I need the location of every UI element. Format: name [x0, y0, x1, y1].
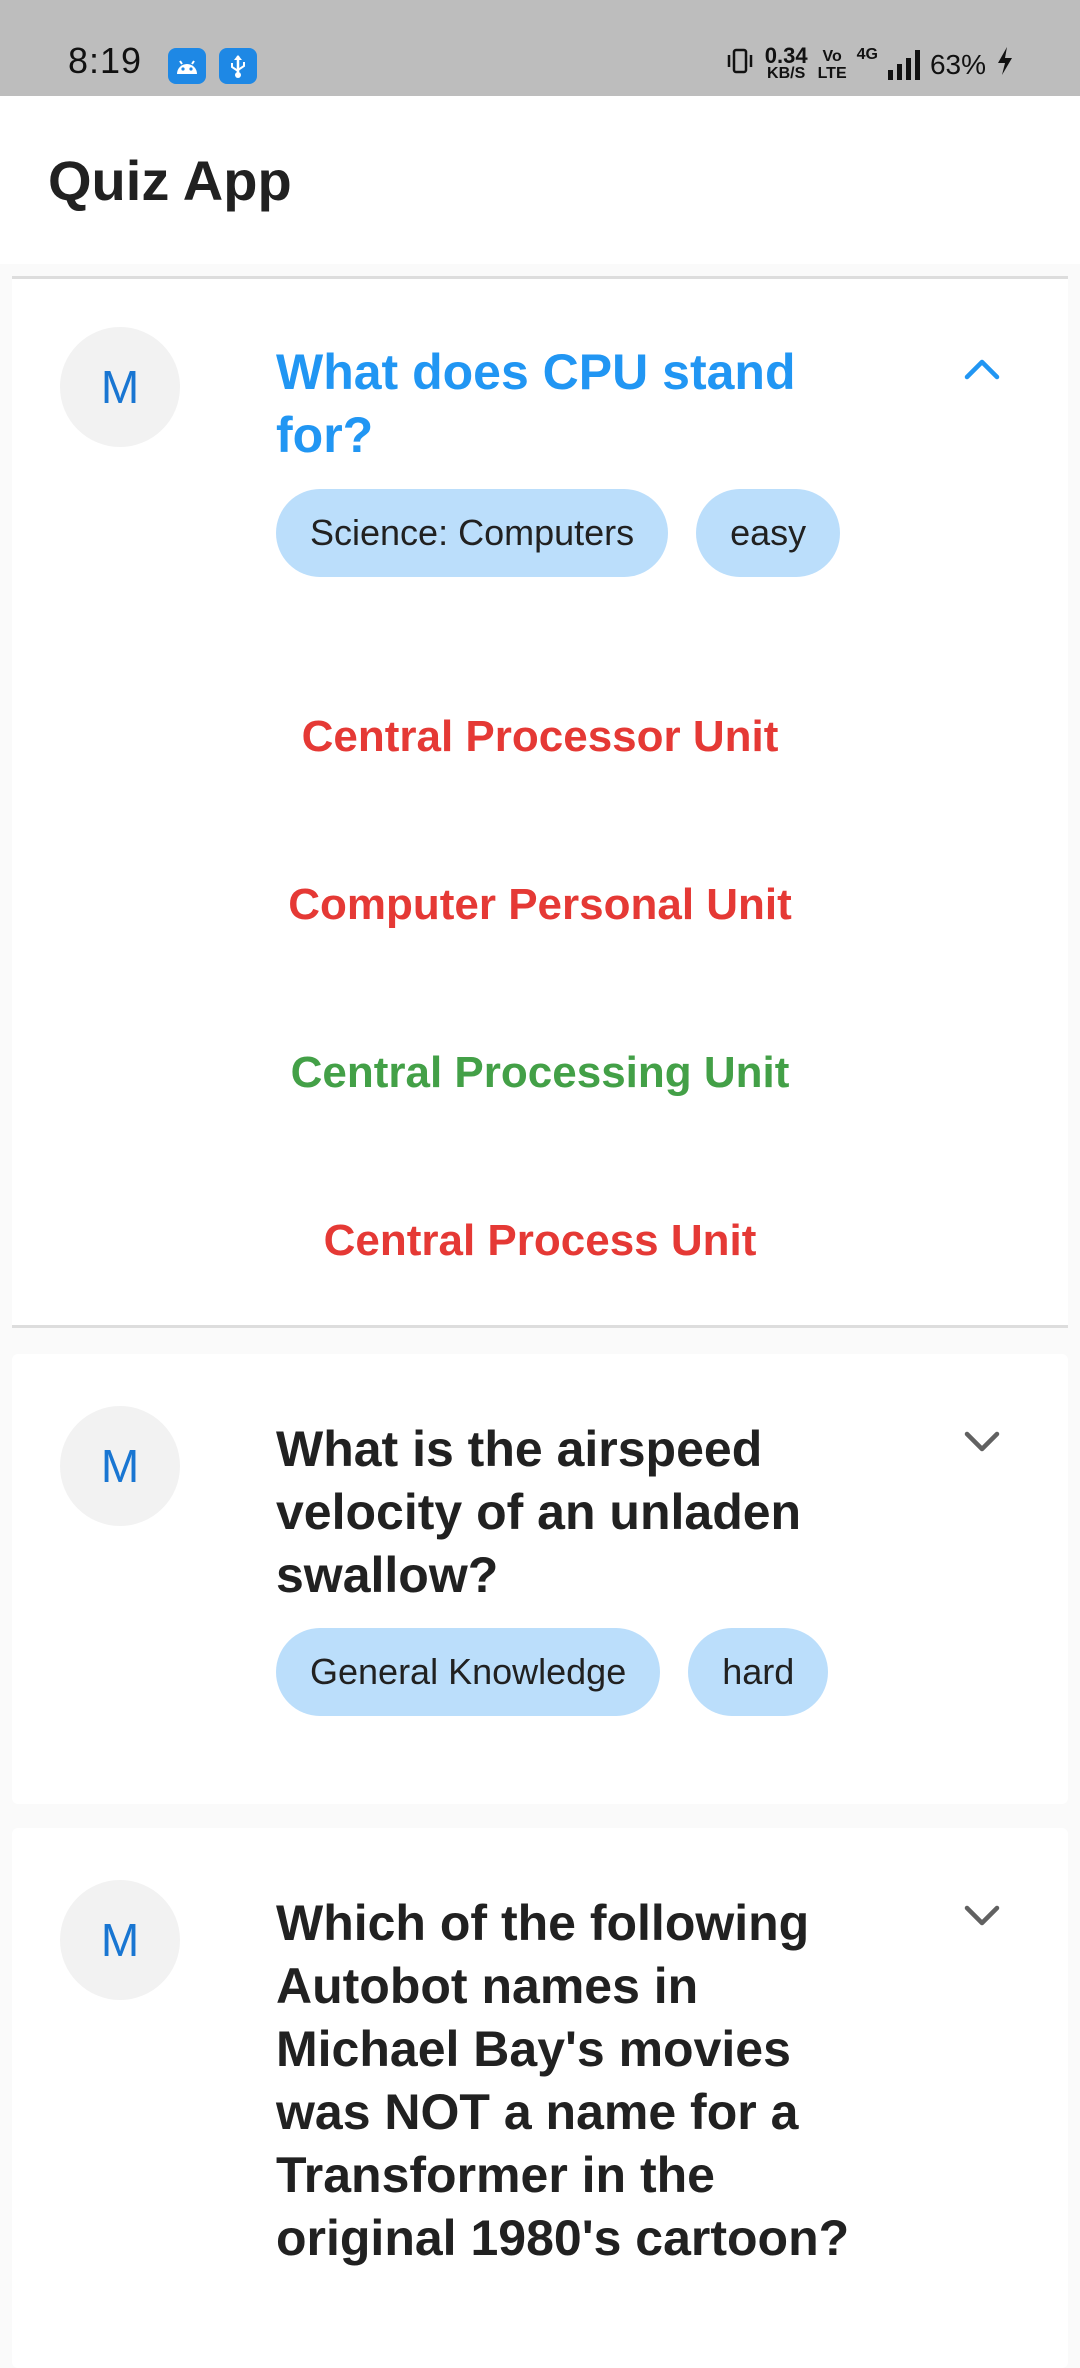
network-speed: 0.34 KB/S: [764, 42, 808, 83]
android-icon: [168, 48, 206, 84]
tag-row: General Knowledge hard: [276, 1628, 829, 1716]
answer-option[interactable]: Central Processor Unit: [12, 712, 1068, 762]
category-chip: Science: Computers: [276, 489, 669, 577]
status-bar: 8:19 0.34 KB/S Vo LTE 4G 63%: [0, 0, 1080, 96]
tag-row: Science: Computers easy: [276, 489, 841, 577]
answer-option-correct[interactable]: Central Processing Unit: [12, 1048, 1068, 1098]
avatar: M: [60, 1406, 180, 1526]
network-type: 4G: [856, 46, 878, 63]
answer-option[interactable]: Computer Personal Unit: [12, 880, 1068, 930]
difficulty-chip: hard: [688, 1628, 829, 1716]
network-speed-unit: KB/S: [767, 64, 806, 82]
question-title: What does CPU stand for?: [276, 344, 796, 463]
chevron-down-icon[interactable]: [962, 1426, 1002, 1456]
chevron-down-icon[interactable]: [962, 1900, 1002, 1930]
signal-icon: [887, 49, 920, 80]
volte-top: Vo: [822, 47, 842, 65]
question-title: Which of the following Autobot names in …: [276, 1895, 850, 2266]
app-title: Quiz App: [48, 149, 292, 212]
charging-icon: [996, 46, 1014, 83]
volte-indicator: Vo LTE: [818, 48, 847, 82]
volte-bottom: LTE: [817, 64, 847, 82]
usb-icon: [219, 48, 257, 84]
battery-percent: 63%: [929, 48, 986, 80]
question-card[interactable]: M What does CPU stand for? Science: Comp…: [12, 276, 1068, 1328]
question-card[interactable]: M What is the airspeed velocity of an un…: [12, 1354, 1068, 1804]
question-title: What is the airspeed velocity of an unla…: [276, 1421, 802, 1603]
category-chip: General Knowledge: [276, 1628, 661, 1716]
network-speed-value: 0.34: [764, 42, 808, 68]
answer-option[interactable]: Central Process Unit: [12, 1216, 1068, 1266]
status-indicators: 0.34 KB/S Vo LTE 4G 63%: [725, 42, 1014, 83]
vibrate-icon: [725, 46, 755, 83]
avatar: M: [60, 327, 180, 447]
app-bar: Quiz App: [0, 96, 1080, 264]
chevron-up-icon[interactable]: [962, 353, 1002, 383]
question-card[interactable]: M Which of the following Autobot names i…: [12, 1828, 1068, 2368]
difficulty-chip: easy: [696, 489, 841, 577]
avatar: M: [60, 1880, 180, 2000]
status-time: 8:19: [68, 40, 143, 81]
